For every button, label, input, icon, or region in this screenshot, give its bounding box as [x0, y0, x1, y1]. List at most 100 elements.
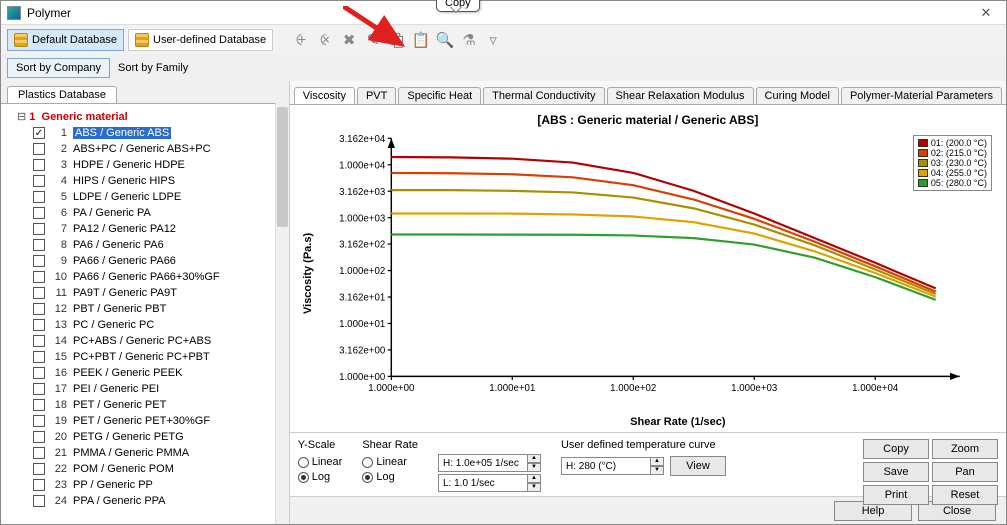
svg-text:1.000e+00: 1.000e+00	[368, 383, 415, 394]
tree-item[interactable]: 2ABS+PC / Generic ABS+PC	[1, 141, 289, 157]
tab-shear-relaxation-modulus[interactable]: Shear Relaxation Modulus	[607, 87, 754, 104]
view-button[interactable]: View	[670, 456, 726, 476]
shear-log-radio[interactable]: Log	[362, 471, 418, 483]
checkbox-icon[interactable]	[33, 207, 45, 219]
shear-linear-radio[interactable]: Linear	[362, 456, 418, 468]
tree-item[interactable]: 20PETG / Generic PETG	[1, 429, 289, 445]
svg-text:1.000e+04: 1.000e+04	[852, 383, 899, 394]
checkbox-icon[interactable]	[33, 463, 45, 475]
checkbox-icon[interactable]	[33, 287, 45, 299]
plastics-database-tab[interactable]: Plastics Database	[7, 86, 117, 103]
tab-polymer-material-parameters[interactable]: Polymer-Material Parameters	[841, 87, 1002, 104]
legend-entry: 03: (230.0 °C)	[918, 158, 987, 168]
shear-low-spinner[interactable]: ▲▼	[527, 474, 541, 492]
tree-item[interactable]: 14PC+ABS / Generic PC+ABS	[1, 333, 289, 349]
default-database-button[interactable]: Default Database	[7, 29, 124, 51]
zoom-button[interactable]: Zoom	[932, 439, 998, 459]
tree-item[interactable]: 24PPA / Generic PPA	[1, 493, 289, 509]
user-database-button[interactable]: User-defined Database	[128, 29, 273, 51]
tree-scrollbar[interactable]	[275, 103, 289, 524]
sort-by-family-button[interactable]: Sort by Family	[110, 59, 196, 77]
checkbox-icon[interactable]	[33, 495, 45, 507]
material-tree[interactable]: 1 Generic material✓1ABS / Generic ABS2AB…	[1, 103, 289, 524]
pan-button[interactable]: Pan	[932, 462, 998, 482]
checkbox-icon[interactable]	[33, 431, 45, 443]
svg-text:1.000e+03: 1.000e+03	[731, 383, 777, 394]
tree-item[interactable]: 9PA66 / Generic PA66	[1, 253, 289, 269]
checkbox-icon[interactable]: ✓	[33, 127, 45, 139]
yscale-linear-radio[interactable]: Linear	[298, 456, 343, 468]
add-icon[interactable]: ⨭	[291, 30, 311, 50]
delete-icon[interactable]: ✖	[339, 30, 359, 50]
tab-curing-model[interactable]: Curing Model	[756, 87, 839, 104]
tree-item[interactable]: 8PA6 / Generic PA6	[1, 237, 289, 253]
reset-button[interactable]: Reset	[932, 485, 998, 505]
legend-entry: 02: (215.0 °C)	[918, 148, 987, 158]
checkbox-icon[interactable]	[33, 335, 45, 347]
tree-category[interactable]: 1 Generic material	[1, 108, 289, 125]
checkbox-icon[interactable]	[33, 319, 45, 331]
shear-low-input[interactable]: L: 1.0 1/sec	[438, 474, 528, 492]
checkbox-icon[interactable]	[33, 479, 45, 491]
tree-item[interactable]: 5LDPE / Generic LDPE	[1, 189, 289, 205]
tree-item[interactable]: 21PMMA / Generic PMMA	[1, 445, 289, 461]
tree-item[interactable]: 4HIPS / Generic HIPS	[1, 173, 289, 189]
checkbox-icon[interactable]	[33, 191, 45, 203]
copy-icon[interactable]	[387, 30, 407, 50]
tree-item[interactable]: 11PA9T / Generic PA9T	[1, 285, 289, 301]
tree-item[interactable]: 13PC / Generic PC	[1, 317, 289, 333]
yscale-log-radio[interactable]: Log	[298, 471, 343, 483]
save-button[interactable]: Save	[863, 462, 929, 482]
checkbox-icon[interactable]	[33, 383, 45, 395]
tab-thermal-conductivity[interactable]: Thermal Conductivity	[483, 87, 604, 104]
tab-pvt[interactable]: PVT	[357, 87, 396, 104]
tree-item[interactable]: ✓1ABS / Generic ABS	[1, 125, 289, 141]
checkbox-icon[interactable]	[33, 399, 45, 411]
checkbox-icon[interactable]	[33, 255, 45, 267]
shear-high-input[interactable]: H: 1.0e+05 1/sec	[438, 454, 528, 472]
tree-item[interactable]: 6PA / Generic PA	[1, 205, 289, 221]
paste-icon[interactable]: 📋	[411, 30, 431, 50]
checkbox-icon[interactable]	[33, 239, 45, 251]
checkbox-icon[interactable]	[33, 415, 45, 427]
tree-item[interactable]: 16PEEK / Generic PEEK	[1, 365, 289, 381]
temp-spinner[interactable]: ▲▼	[650, 457, 664, 475]
tree-item[interactable]: 7PA12 / Generic PA12	[1, 221, 289, 237]
tab-specific-heat[interactable]: Specific Heat	[398, 87, 481, 104]
svg-text:1.000e+01: 1.000e+01	[339, 319, 385, 330]
tree-item[interactable]: 3HDPE / Generic HDPE	[1, 157, 289, 173]
tree-item[interactable]: 22POM / Generic POM	[1, 461, 289, 477]
checkbox-icon[interactable]	[33, 223, 45, 235]
tree-item[interactable]: 17PEI / Generic PEI	[1, 381, 289, 397]
x-axis-label: Shear Rate (1/sec)	[300, 416, 996, 432]
viscosity-plot[interactable]: 01: (200.0 °C)02: (215.0 °C)03: (230.0 °…	[316, 131, 996, 416]
copy-button[interactable]: Copy	[863, 439, 929, 459]
checkbox-icon[interactable]	[33, 143, 45, 155]
search-icon[interactable]: 🔍	[435, 30, 455, 50]
window-close-button[interactable]: ✕	[972, 3, 1000, 23]
compare-icon[interactable]: ⚗	[459, 30, 479, 50]
tree-item[interactable]: 12PBT / Generic PBT	[1, 301, 289, 317]
checkbox-icon[interactable]	[33, 351, 45, 363]
checkbox-icon[interactable]	[33, 159, 45, 171]
tree-item[interactable]: 18PET / Generic PET	[1, 397, 289, 413]
print-button[interactable]: Print	[863, 485, 929, 505]
tree-item[interactable]: 10PA66 / Generic PA66+30%GF	[1, 269, 289, 285]
filter-icon[interactable]: ▿	[483, 30, 503, 50]
checkbox-icon[interactable]	[33, 367, 45, 379]
tree-item[interactable]: 15PC+PBT / Generic PC+PBT	[1, 349, 289, 365]
remove-icon[interactable]: ⨴	[315, 30, 335, 50]
checkbox-icon[interactable]	[33, 303, 45, 315]
svg-text:3.162e+02: 3.162e+02	[339, 240, 385, 251]
checkbox-icon[interactable]	[33, 271, 45, 283]
tab-viscosity[interactable]: Viscosity	[294, 87, 355, 104]
sort-by-company-button[interactable]: Sort by Company	[7, 58, 110, 78]
legend-entry: 04: (255.0 °C)	[918, 168, 987, 178]
temp-input[interactable]: H: 280 (°C)	[561, 457, 651, 475]
checkbox-icon[interactable]	[33, 175, 45, 187]
edit-icon[interactable]: ✎	[363, 30, 383, 50]
checkbox-icon[interactable]	[33, 447, 45, 459]
tree-item[interactable]: 19PET / Generic PET+30%GF	[1, 413, 289, 429]
shear-high-spinner[interactable]: ▲▼	[527, 454, 541, 472]
tree-item[interactable]: 23PP / Generic PP	[1, 477, 289, 493]
